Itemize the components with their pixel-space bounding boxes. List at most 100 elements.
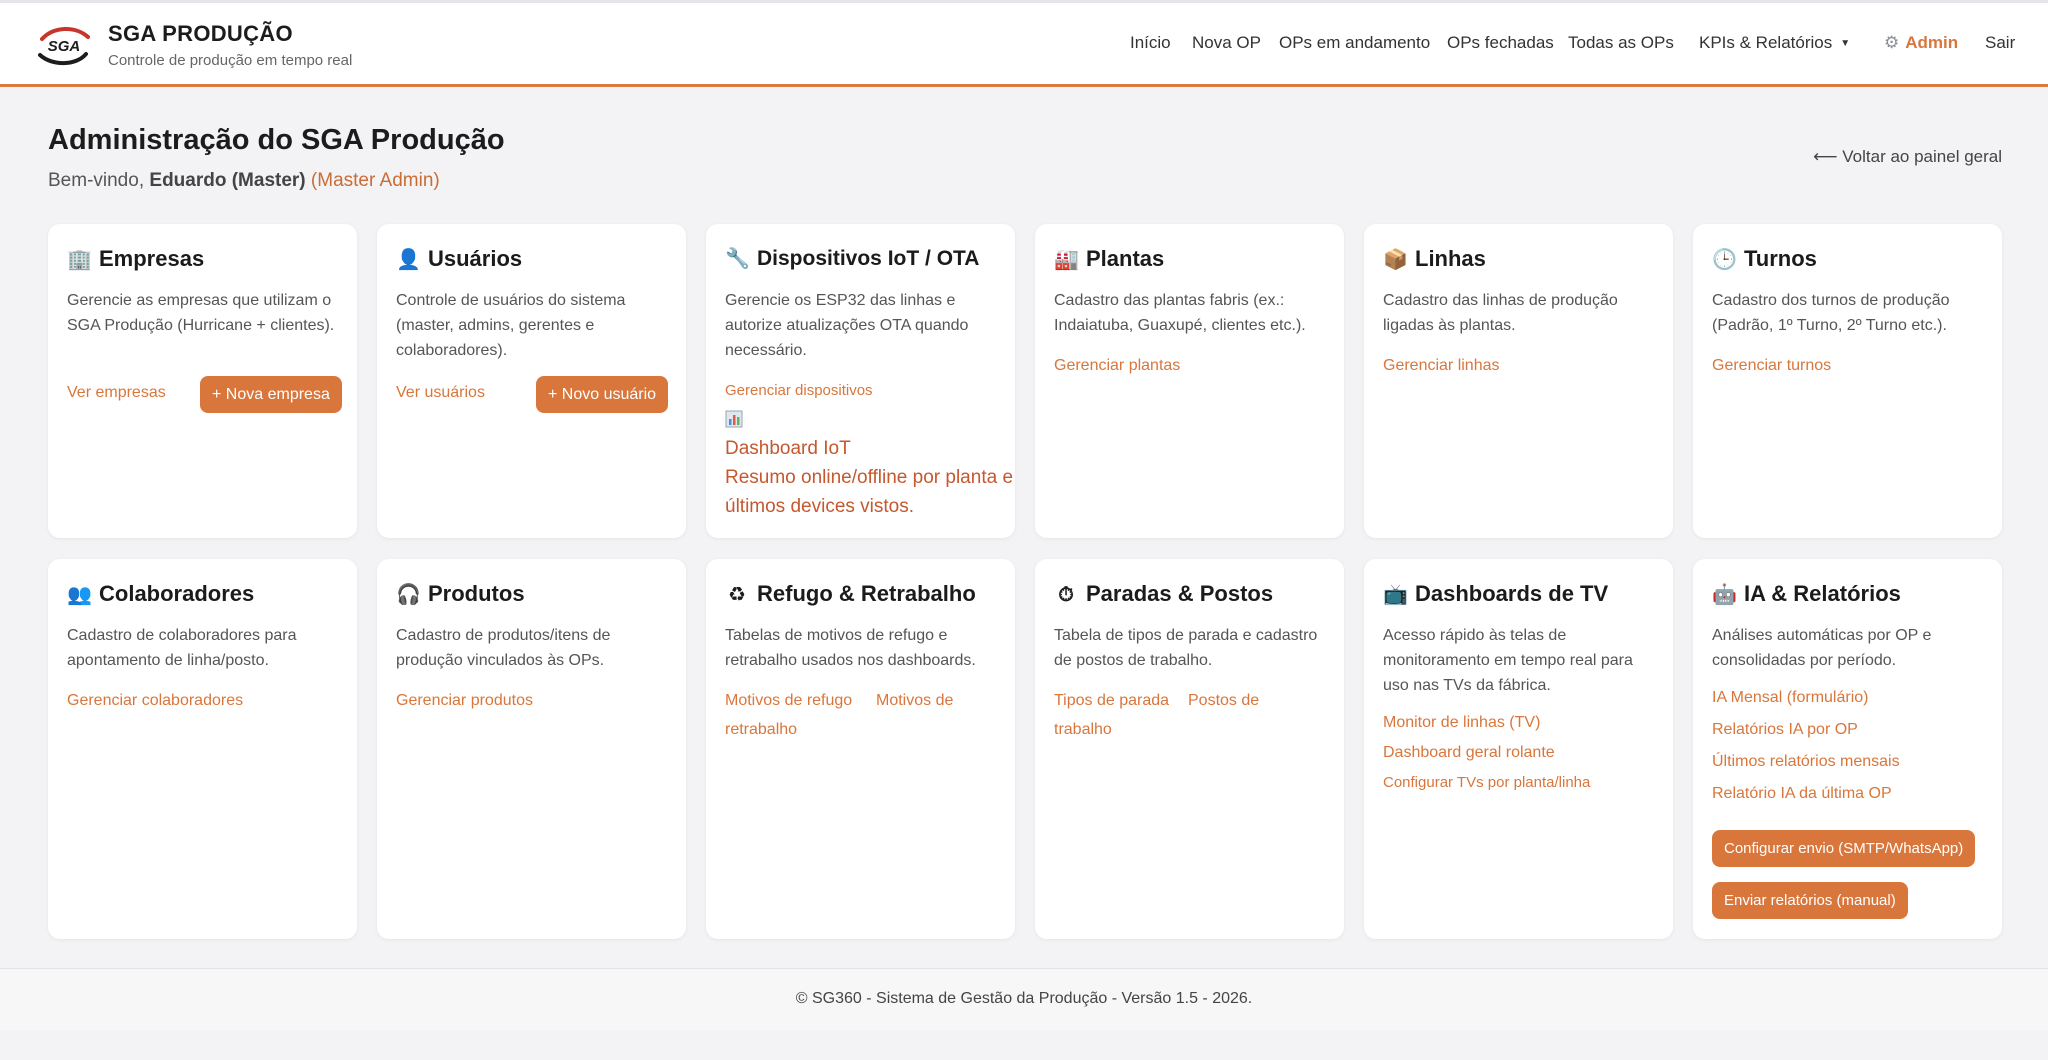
gerenciar-colaboradores-link[interactable]: Gerenciar colaboradores [67, 692, 243, 710]
card-produtos-desc: Cadastro de produtos/itens de produção v… [396, 627, 611, 669]
novo-usuario-button[interactable]: + Novo usuário [536, 376, 669, 413]
card-produtos-title: Produtos [428, 581, 525, 606]
configurar-tvs-link[interactable]: Configurar TVs por planta/linha [1383, 774, 1590, 791]
sga-logo[interactable]: SGA [36, 22, 92, 68]
clock-icon: 🕒 [1712, 249, 1737, 271]
motivos-retrabalho-link[interactable]: Motivos de [876, 692, 953, 710]
nav-ops-andamento[interactable]: OPs em andamento [1279, 33, 1430, 53]
brand-subtitle: Controle de produção em tempo real [108, 52, 353, 69]
dashboard-geral-link[interactable]: Dashboard geral rolante [1383, 744, 1555, 762]
recycle-icon: ♻ [728, 584, 746, 606]
card-linhas: 📦 Linhas Cadastro das linhas de produção … [1364, 224, 1673, 538]
card-empresas-title-row: 🏢 Empresas [67, 246, 204, 272]
card-ia-desc: Análises automáticas por OP e consolidad… [1712, 627, 1932, 669]
nav-ops-fechadas[interactable]: OPs fechadas [1447, 33, 1554, 53]
card-turnos-title-row: 🕒 Turnos [1712, 246, 1817, 272]
welcome-text: Bem-vindo, Eduardo (Master) (Master Admi… [48, 170, 440, 192]
motivos-retrabalho-link-cont[interactable]: retrabalho [725, 721, 797, 739]
wrench-icon: 🔧 [725, 248, 750, 270]
user-role: (Master Admin) [310, 170, 440, 191]
card-refugo-title-row: ♻ Refugo & Retrabalho [725, 581, 976, 607]
card-plantas-title: Plantas [1086, 246, 1165, 271]
card-produtos: 🎧 Produtos Cadastro de produtos/itens de … [377, 559, 686, 939]
card-linhas-title-row: 📦 Linhas [1383, 246, 1486, 272]
factory-icon: 🏭 [1054, 249, 1079, 271]
ia-mensal-link[interactable]: IA Mensal (formulário) [1712, 689, 1869, 707]
gerenciar-linhas-link[interactable]: Gerenciar linhas [1383, 357, 1500, 375]
card-refugo-desc: Tabelas de motivos de refugo e retrabalh… [725, 627, 976, 669]
gerenciar-dispositivos-link[interactable]: Gerenciar dispositivos [725, 382, 873, 399]
tipos-parada-link[interactable]: Tipos de parada [1054, 692, 1169, 710]
nav-inicio[interactable]: Início [1130, 33, 1171, 53]
card-tv-desc: Acesso rápido às telas de monitoramento … [1383, 627, 1633, 694]
card-usuarios-title-row: 👤 Usuários [396, 246, 522, 272]
card-turnos-title: Turnos [1744, 246, 1817, 271]
card-colaboradores-title: Colaboradores [99, 581, 255, 606]
relatorios-ia-op-link[interactable]: Relatórios IA por OP [1712, 721, 1858, 739]
card-ia-title: IA & Relatórios [1744, 581, 1901, 606]
nova-empresa-button[interactable]: + Nova empresa [200, 376, 342, 413]
motivos-refugo-link[interactable]: Motivos de refugo [725, 692, 852, 710]
enviar-relatorios-button[interactable]: Enviar relatórios (manual) [1712, 882, 1908, 919]
ver-usuarios-link[interactable]: Ver usuários [396, 384, 485, 402]
card-usuarios-desc: Controle de usuários do sistema (master,… [396, 292, 626, 359]
nav-admin-label: Admin [1905, 33, 1959, 52]
gerenciar-plantas-link[interactable]: Gerenciar plantas [1054, 357, 1180, 375]
logo-text: SGA [48, 38, 81, 55]
card-dispositivos: 🔧 Dispositivos IoT / OTA Gerencie os ESP3… [706, 224, 1015, 538]
postos-trabalho-link[interactable]: Postos de [1188, 692, 1259, 710]
card-paradas: ⏱ Paradas & Postos Tabela de tipos de par… [1035, 559, 1344, 939]
card-dispositivos-title: Dispositivos IoT / OTA [757, 247, 980, 270]
footer-text: © SG360 - Sistema de Gestão da Produção … [795, 990, 1253, 1007]
configurar-envio-button[interactable]: Configurar envio (SMTP/WhatsApp) [1712, 830, 1976, 867]
card-tv-title-row: 📺 Dashboards de TV [1383, 581, 1608, 607]
page-title: Administração do SGA Produção [48, 124, 505, 156]
card-refugo-title: Refugo & Retrabalho [757, 581, 976, 606]
dashboard-iot-desc: Resumo online/offline por planta e últim… [725, 467, 1014, 517]
relatorio-ultima-op-link[interactable]: Relatório IA da última OP [1712, 785, 1892, 803]
package-icon: 📦 [1383, 249, 1408, 271]
card-turnos-desc: Cadastro dos turnos de produção (Padrão,… [1712, 292, 1950, 334]
headphones-icon: 🎧 [396, 584, 421, 606]
card-tv: 📺 Dashboards de TV Acesso rápido às telas… [1364, 559, 1673, 939]
card-ia: 🤖 IA & Relatórios Análises automáticas po… [1693, 559, 2002, 939]
welcome-prefix: Bem-vindo, [48, 170, 145, 191]
card-paradas-desc: Tabela de tipos de parada e cadastro de … [1054, 627, 1318, 669]
card-tv-title: Dashboards de TV [1415, 581, 1609, 606]
ultimos-relatorios-link[interactable]: Últimos relatórios mensais [1712, 753, 1900, 771]
footer: © SG360 - Sistema de Gestão da Produção … [0, 968, 2048, 1030]
card-empresas-desc: Gerencie as empresas que utilizam o SGA … [67, 292, 335, 334]
card-linhas-desc: Cadastro das linhas de produção ligadas … [1383, 292, 1618, 334]
brand-title: SGA PRODUÇÃO [108, 21, 293, 46]
ver-empresas-link[interactable]: Ver empresas [67, 384, 166, 402]
postos-trabalho-link-cont[interactable]: trabalho [1054, 721, 1112, 739]
gear-icon: ⚙ [1884, 33, 1900, 52]
nav-sair[interactable]: Sair [1985, 33, 2015, 53]
nav-admin[interactable]: ⚙ Admin [1884, 33, 1958, 53]
card-colaboradores-desc: Cadastro de colaboradores para apontamen… [67, 627, 297, 669]
nav-todas-ops[interactable]: Todas as OPs [1568, 33, 1674, 53]
user-icon: 👤 [396, 249, 421, 271]
card-empresas-title: Empresas [99, 246, 205, 271]
nav-kpis-dropdown[interactable]: KPIs & Relatórios ▼ [1699, 33, 1850, 53]
people-icon: 👥 [67, 584, 92, 606]
card-plantas-desc: Cadastro das plantas fabris (ex.: Indaia… [1054, 292, 1306, 334]
gerenciar-turnos-link[interactable]: Gerenciar turnos [1712, 357, 1831, 375]
back-to-dashboard-link[interactable]: ⟵ Voltar ao painel geral [1813, 147, 2002, 167]
building-icon: 🏢 [67, 249, 92, 271]
caret-down-icon: ▼ [1840, 38, 1851, 49]
nav-nova-op[interactable]: Nova OP [1192, 33, 1261, 53]
card-usuarios-title: Usuários [428, 246, 523, 271]
dashboard-iot-link[interactable]: Dashboard IoT Resumo online/offline por … [725, 434, 1015, 521]
robot-icon: 🤖 [1712, 584, 1737, 606]
user-name: Eduardo (Master) [149, 170, 306, 191]
card-empresas: 🏢 Empresas Gerencie as empresas que utili… [48, 224, 357, 538]
bar-chart-icon [725, 410, 743, 428]
card-plantas: 🏭 Plantas Cadastro das plantas fabris (ex… [1035, 224, 1344, 538]
card-dispositivos-title-row: 🔧 Dispositivos IoT / OTA [725, 246, 979, 271]
gerenciar-produtos-link[interactable]: Gerenciar produtos [396, 692, 533, 710]
card-produtos-title-row: 🎧 Produtos [396, 581, 525, 607]
card-dispositivos-desc: Gerencie os ESP32 das linhas e autorize … [725, 292, 969, 359]
monitor-linhas-link[interactable]: Monitor de linhas (TV) [1383, 714, 1540, 732]
card-refugo: ♻ Refugo & Retrabalho Tabelas de motivos … [706, 559, 1015, 939]
